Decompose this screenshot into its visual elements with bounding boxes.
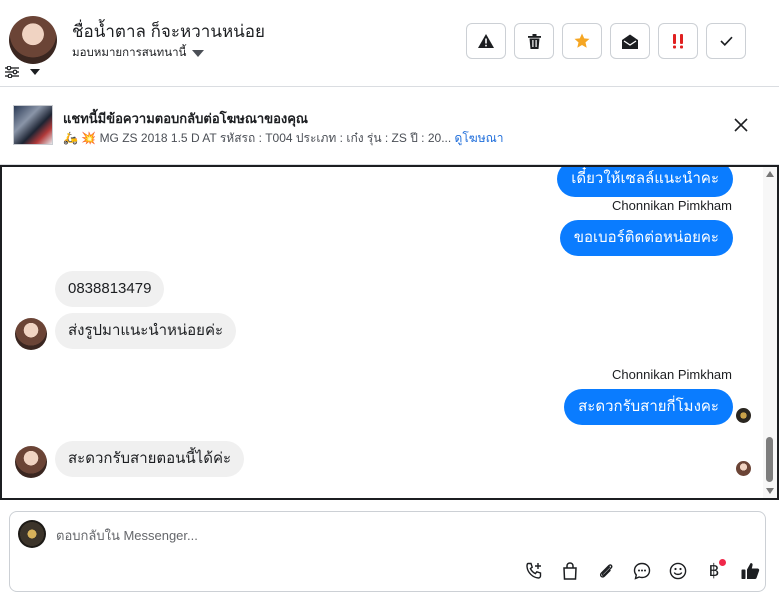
contact-name: ชื่อน้ำตาล ก็จะหวานหน่อย [72,22,265,41]
filter-dropdown-caret-icon[interactable] [30,69,40,75]
composer-toolbar: ฿ [516,559,768,583]
ad-banner-subtitle: 🛵 💥 MG ZS 2018 1.5 D AT รหัสรถ : T004 ปร… [63,129,503,148]
filter-icon[interactable] [5,66,19,78]
paperclip-icon [599,564,613,578]
scroll-down-arrow-icon[interactable] [766,488,774,494]
mark-spam-button[interactable] [466,23,506,59]
contact-seen-avatar [736,461,751,476]
chat-bubble-icon [633,562,651,580]
like-button[interactable] [732,559,768,583]
scroll-thumb[interactable] [766,437,773,482]
baht-icon: ฿ [708,561,720,581]
contact-avatar-small[interactable] [15,318,47,350]
chevron-down-icon [192,49,205,57]
message-thread[interactable]: เดี๋ยวให้เซลล์แนะนำคะ Chonnikan Pimkham … [0,165,779,500]
assign-label: มอบหมายการสนทนานี้ [72,47,187,59]
message-composer: ฿ [9,511,766,592]
page-seen-avatar [736,408,751,423]
smiley-icon [669,562,687,580]
thumbs-up-icon [741,563,759,579]
ad-emojis: 🛵 💥 [63,131,97,145]
reply-input[interactable] [56,524,716,546]
shopping-bag-icon [563,562,577,580]
call-button[interactable] [516,559,552,583]
conversation-actions [466,23,746,59]
view-ad-link[interactable]: ดูโฆษณา [455,131,504,145]
conversation-header: ชื่อน้ำตาล ก็จะหวานหน่อย มอบหมายการสนทนา… [0,0,779,87]
close-icon[interactable] [734,118,748,132]
star-icon [574,33,590,48]
outgoing-message[interactable]: ขอเบอร์ติดต่อหน่อยคะ [559,220,733,256]
scroll-up-arrow-icon[interactable] [766,171,774,177]
envelope-open-icon [622,34,638,49]
phone-plus-icon [526,562,542,579]
mark-unread-button[interactable] [610,23,650,59]
incoming-message[interactable]: สะดวกรับสายตอนนี้ได้ค่ะ [55,441,245,477]
incoming-message[interactable]: 0838813479 [55,271,165,307]
sender-name: Chonnikan Pimkham [612,367,732,382]
trash-icon [527,33,541,49]
double-exclamation-icon [673,33,683,48]
sender-name: Chonnikan Pimkham [612,198,732,213]
payment-button[interactable]: ฿ [696,559,732,583]
star-button[interactable] [562,23,602,59]
check-icon [719,36,733,46]
thread-scrollbar[interactable] [763,167,777,498]
ad-reply-banner: แชทนี้มีข้อความตอบกลับต่อโฆษณาของคุณ 🛵 💥… [0,88,779,165]
contact-avatar-small[interactable] [15,446,47,478]
delete-button[interactable] [514,23,554,59]
page-avatar [18,520,46,548]
ad-description: MG ZS 2018 1.5 D AT รหัสรถ : T004 ประเภท… [99,131,452,145]
assign-conversation-dropdown[interactable]: มอบหมายการสนทนานี้ [72,44,205,62]
attach-button[interactable] [588,559,624,583]
outgoing-message[interactable]: สะดวกรับสายกี่โมงคะ [564,389,733,425]
priority-button[interactable] [658,23,698,59]
contact-avatar[interactable] [9,16,57,64]
mark-done-button[interactable] [706,23,746,59]
saved-replies-button[interactable] [624,559,660,583]
incoming-message[interactable]: ส่งรูปมาแนะนำหน่อยค่ะ [55,313,237,349]
warning-icon [478,34,494,48]
notification-dot [719,559,726,566]
shop-button[interactable] [552,559,588,583]
ad-thumbnail[interactable] [13,105,53,145]
outgoing-message[interactable]: เดี๋ยวให้เซลล์แนะนำคะ [557,167,733,197]
ad-banner-title: แชทนี้มีข้อความตอบกลับต่อโฆษณาของคุณ [63,111,308,126]
emoji-button[interactable] [660,559,696,583]
